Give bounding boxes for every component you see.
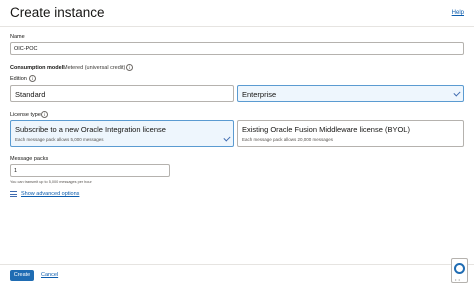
create-button[interactable]: Create bbox=[10, 270, 34, 281]
name-input[interactable]: OIC-POC bbox=[10, 42, 464, 55]
license-option-title: Subscribe to a new Oracle Integration li… bbox=[15, 125, 166, 134]
edition-option-label: Enterprise bbox=[242, 90, 277, 99]
license-option-subtitle: Each message pack allows 20,000 messages bbox=[242, 137, 334, 142]
info-icon[interactable]: i bbox=[29, 75, 36, 82]
license-option-byol[interactable]: Existing Oracle Fusion Middleware licens… bbox=[237, 120, 464, 147]
license-option-title: Existing Oracle Fusion Middleware licens… bbox=[242, 125, 410, 134]
info-icon[interactable]: i bbox=[126, 64, 133, 71]
message-packs-label: Message packs bbox=[10, 156, 49, 162]
assist-dots: • • bbox=[455, 277, 461, 282]
info-icon[interactable]: i bbox=[41, 111, 48, 118]
message-packs-input[interactable]: 1 bbox=[10, 164, 170, 177]
show-advanced-options-link[interactable]: Show advanced options bbox=[21, 191, 79, 197]
consumption-label: Consumption model: bbox=[10, 65, 65, 71]
header: Create instance Help bbox=[0, 0, 474, 26]
help-assist-button[interactable]: • • bbox=[451, 258, 468, 283]
page-title: Create instance bbox=[10, 5, 105, 20]
edition-option-label: Standard bbox=[15, 90, 46, 99]
check-icon bbox=[223, 134, 231, 142]
license-option-new[interactable]: Subscribe to a new Oracle Integration li… bbox=[10, 120, 234, 147]
message-packs-hint: You can transmit up to 5,000 messages pe… bbox=[10, 180, 92, 184]
header-divider bbox=[0, 26, 474, 27]
edition-label: Edition bbox=[10, 76, 27, 82]
license-option-subtitle: Each message pack allows 5,000 messages bbox=[15, 137, 104, 142]
license-type-label: License type bbox=[10, 112, 41, 118]
help-link[interactable]: Help bbox=[452, 10, 464, 16]
footer-divider bbox=[0, 264, 474, 265]
cancel-link[interactable]: Cancel bbox=[41, 272, 58, 278]
consumption-value: Metered (universal credit) bbox=[63, 65, 126, 71]
advanced-options-icon[interactable] bbox=[10, 191, 17, 197]
help-assist-icon bbox=[454, 263, 465, 274]
name-label: Name bbox=[10, 34, 25, 40]
check-icon bbox=[453, 89, 461, 97]
edition-option-standard[interactable]: Standard bbox=[10, 85, 234, 102]
edition-option-enterprise[interactable]: Enterprise bbox=[237, 85, 464, 102]
